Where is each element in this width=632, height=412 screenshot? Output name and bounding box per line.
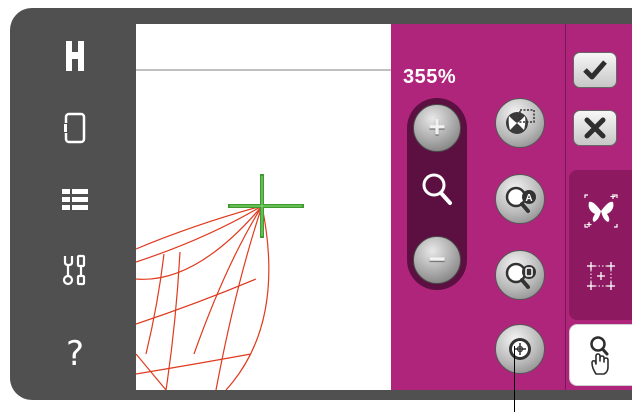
zoom-panel: 355% + − A bbox=[391, 24, 557, 390]
zoom-to-all-icon bbox=[506, 109, 535, 134]
zoom-pan-touch-icon bbox=[590, 336, 609, 375]
tools-icon[interactable] bbox=[50, 248, 100, 292]
svg-text:A: A bbox=[525, 193, 532, 204]
zoom-in-glyph: + bbox=[428, 111, 446, 144]
zoom-slider[interactable]: + − bbox=[407, 98, 467, 290]
machine-screen-frame: ? 355% + − A bbox=[10, 8, 632, 400]
strip-divider bbox=[565, 24, 566, 390]
move-design-icon bbox=[584, 194, 618, 228]
home-icon[interactable] bbox=[50, 34, 100, 78]
zoom-to-box-button[interactable] bbox=[495, 250, 545, 300]
cancel-x-icon bbox=[584, 117, 606, 139]
zoom-to-hoop-icon: A bbox=[505, 186, 536, 213]
help-glyph: ? bbox=[65, 334, 85, 374]
magnifier-icon bbox=[421, 172, 453, 211]
zoom-pan-touch-tab[interactable] bbox=[569, 324, 632, 386]
ok-check-icon bbox=[583, 60, 607, 80]
help-icon[interactable]: ? bbox=[50, 332, 100, 376]
zoom-out-button[interactable]: − bbox=[413, 236, 461, 284]
cancel-button[interactable] bbox=[573, 110, 617, 146]
zoom-in-button[interactable]: + bbox=[413, 104, 461, 152]
left-toolbar: ? bbox=[10, 8, 136, 400]
zoom-to-box-icon bbox=[505, 262, 536, 289]
sewing-mode-icon[interactable] bbox=[50, 106, 100, 150]
move-design-button[interactable] bbox=[583, 194, 619, 233]
embroidery-canvas[interactable] bbox=[136, 24, 391, 390]
zoom-to-cursor-icon bbox=[509, 338, 531, 360]
zoom-to-hoop-button[interactable]: A bbox=[495, 174, 545, 224]
menu-list-icon[interactable] bbox=[50, 178, 100, 222]
position-grid-icon bbox=[587, 262, 615, 290]
zoom-out-glyph: − bbox=[428, 243, 446, 276]
stitch-design bbox=[136, 205, 270, 390]
callout-line bbox=[514, 346, 515, 412]
zoom-level-label: 355% bbox=[403, 66, 457, 88]
ok-button[interactable] bbox=[573, 52, 617, 88]
zoom-to-all-button[interactable] bbox=[495, 98, 545, 148]
zoom-to-cursor-button[interactable] bbox=[495, 324, 545, 374]
position-grid-button[interactable] bbox=[585, 260, 617, 297]
right-strip bbox=[557, 24, 632, 390]
tool-tab-panel bbox=[569, 170, 632, 320]
